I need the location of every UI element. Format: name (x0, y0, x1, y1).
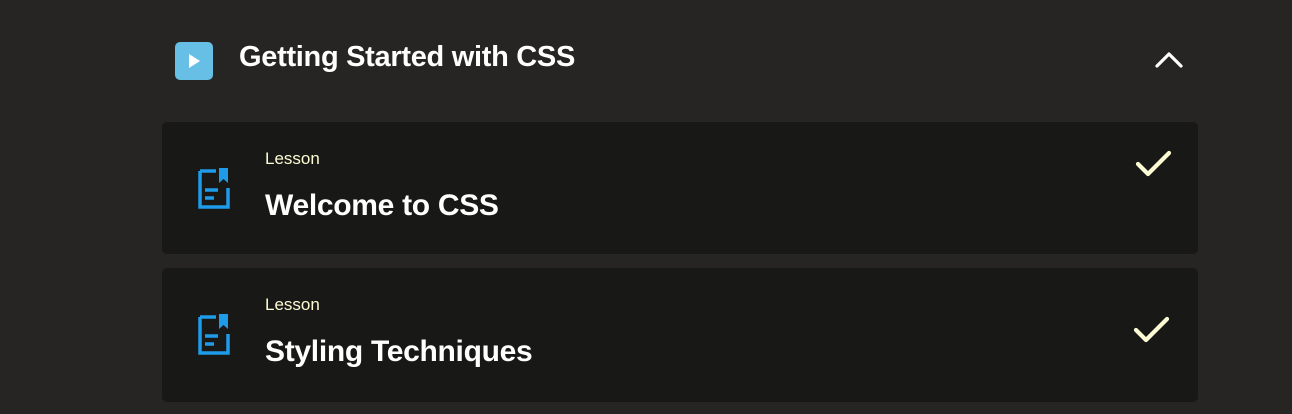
collapse-button[interactable] (1152, 48, 1186, 72)
lesson-type-label: Lesson (265, 149, 320, 168)
lesson-item-styling-techniques[interactable]: Lesson Styling Techniques (162, 268, 1198, 402)
course-outline: Getting Started with CSS Lesson Welcome … (0, 0, 1292, 414)
lesson-item-welcome-to-css[interactable]: Lesson Welcome to CSS (162, 122, 1198, 254)
lesson-type-label: Lesson (265, 295, 320, 314)
checkmark-icon (1133, 316, 1170, 343)
lesson-document-icon (198, 168, 230, 209)
lesson-title: Welcome to CSS (265, 189, 499, 222)
chevron-up-icon (1155, 52, 1183, 68)
module-title: Getting Started with CSS (239, 41, 575, 73)
module-header[interactable]: Getting Started with CSS (162, 24, 1198, 96)
play-icon (175, 42, 213, 80)
lesson-title: Styling Techniques (265, 335, 533, 368)
checkmark-icon (1135, 150, 1172, 177)
lesson-document-icon (198, 314, 230, 355)
